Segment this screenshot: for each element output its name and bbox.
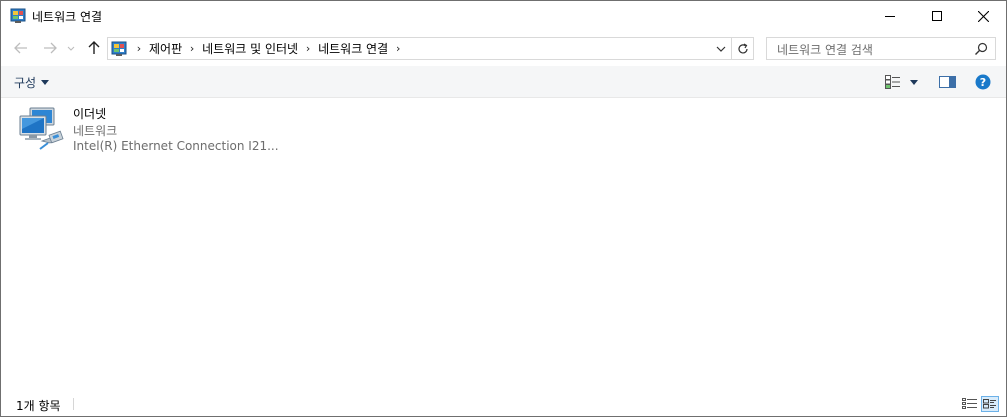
organize-button[interactable]: 구성 xyxy=(14,73,50,91)
preview-pane-icon xyxy=(939,76,956,88)
details-view-icon xyxy=(962,398,977,409)
search-placeholder[interactable]: 네트워크 연결 검색 xyxy=(777,41,873,58)
network-connections-icon xyxy=(111,41,127,57)
up-button[interactable] xyxy=(83,37,105,59)
maximize-icon xyxy=(932,11,942,21)
tiles-view-button[interactable] xyxy=(981,396,999,412)
chevron-right-icon[interactable]: › xyxy=(185,42,199,55)
preview-pane-button[interactable] xyxy=(939,73,956,91)
help-icon: ? xyxy=(975,74,991,90)
chevron-down-icon xyxy=(67,46,75,51)
breadcrumb: › 제어판 › 네트워크 및 인터넷 › 네트워크 연결 › xyxy=(132,38,405,59)
arrow-right-icon xyxy=(44,42,57,54)
change-view-button[interactable] xyxy=(885,73,901,91)
caret-down-icon xyxy=(41,79,50,85)
breadcrumb-control-panel[interactable]: 제어판 xyxy=(146,40,185,57)
network-connections-icon xyxy=(10,8,26,24)
address-history-button[interactable] xyxy=(713,41,729,57)
svg-text:?: ? xyxy=(980,76,986,89)
forward-button[interactable] xyxy=(39,37,61,59)
close-button[interactable] xyxy=(960,1,1006,31)
minimize-button[interactable] xyxy=(867,1,913,31)
ethernet-adapter-icon xyxy=(18,105,66,153)
organize-label: 구성 xyxy=(14,75,37,90)
view-dropdown-button[interactable] xyxy=(910,73,918,91)
recent-locations-button[interactable] xyxy=(64,37,78,59)
navigation-bar: › 제어판 › 네트워크 및 인터넷 › 네트워크 연결 › 네트워크 연결 검… xyxy=(1,32,1006,66)
file-list: 이더넷 네트워크 Intel(R) Ethernet Connection I2… xyxy=(1,98,1006,388)
chevron-down-icon xyxy=(716,46,726,52)
view-options-icon xyxy=(885,75,900,89)
connection-status: 네트워크 xyxy=(73,124,118,138)
maximize-button[interactable] xyxy=(914,1,960,31)
search-box[interactable]: 네트워크 연결 검색 xyxy=(766,37,996,60)
refresh-button[interactable] xyxy=(732,37,754,60)
command-bar: 구성 ? xyxy=(1,66,1006,98)
arrow-left-icon xyxy=(14,42,27,54)
breadcrumb-network-internet[interactable]: 네트워크 및 인터넷 xyxy=(199,40,301,57)
minimize-icon xyxy=(885,16,895,17)
back-button[interactable] xyxy=(10,37,32,59)
search-icon[interactable] xyxy=(973,41,989,57)
close-icon xyxy=(977,10,989,22)
details-view-button[interactable] xyxy=(961,396,979,412)
connection-name: 이더넷 xyxy=(73,107,107,121)
arrow-up-icon xyxy=(88,41,100,54)
status-divider xyxy=(73,398,74,410)
tiles-view-icon xyxy=(983,399,996,409)
window-title: 네트워크 연결 xyxy=(32,10,103,24)
breadcrumb-network-connections[interactable]: 네트워크 연결 xyxy=(315,40,391,57)
connection-device: Intel(R) Ethernet Connection I21... xyxy=(73,139,279,153)
title-bar: 네트워크 연결 xyxy=(1,1,1006,31)
status-bar: 1개 항목 xyxy=(1,391,1006,416)
refresh-icon xyxy=(737,42,748,53)
address-bar[interactable]: › 제어판 › 네트워크 및 인터넷 › 네트워크 연결 › xyxy=(107,37,732,60)
chevron-right-icon[interactable]: › xyxy=(301,42,315,55)
list-item[interactable]: 이더넷 네트워크 Intel(R) Ethernet Connection I2… xyxy=(18,103,279,155)
item-count: 1개 항목 xyxy=(16,399,61,413)
explorer-window: 네트워크 연결 › 제어판 › 네트워크 및 인터넷 › 네트워크 연결 › 네… xyxy=(0,0,1007,417)
caret-down-icon xyxy=(910,79,918,85)
chevron-right-icon[interactable]: › xyxy=(132,42,146,55)
chevron-right-icon[interactable]: › xyxy=(391,42,405,55)
help-button[interactable]: ? xyxy=(975,73,991,91)
